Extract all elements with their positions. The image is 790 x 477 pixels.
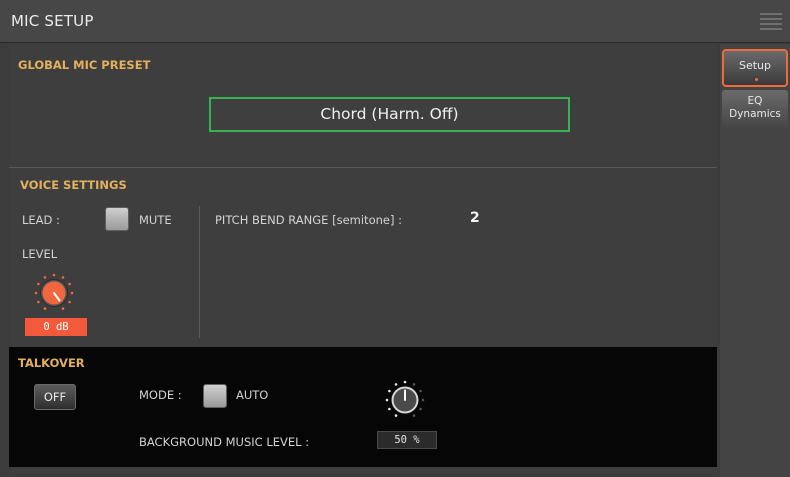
pitch-bend-range-label: PITCH BEND RANGE [semitone] :: [215, 213, 402, 227]
voice-divider: [199, 206, 200, 338]
lead-label: LEAD :: [22, 213, 60, 227]
pitch-bend-range-value[interactable]: 2: [470, 210, 480, 226]
auto-mode-checkbox[interactable]: [203, 384, 227, 408]
tab-setup-label: Setup: [738, 59, 772, 72]
auto-label: AUTO: [236, 388, 269, 402]
background-music-level-readout: 50 %: [377, 431, 437, 449]
lead-level-readout: 0 dB: [25, 318, 87, 336]
title-bar: MIC SETUP: [0, 0, 790, 43]
tab-eq-dynamics[interactable]: EQ Dynamics: [722, 90, 788, 130]
side-tab-bar: Setup EQ Dynamics: [720, 44, 790, 477]
tab-dynamics-label: Dynamics: [729, 108, 781, 120]
hamburger-menu-icon[interactable]: [760, 13, 782, 30]
voice-settings-heading: VOICE SETTINGS: [20, 178, 127, 192]
talkover-panel: [9, 347, 717, 467]
active-tab-indicator: [755, 78, 758, 81]
mic-setup-window: MIC SETUP GLOBAL MIC PRESET Chord (Harm.…: [0, 0, 790, 477]
section-divider: [9, 167, 717, 168]
global-mic-preset-selector[interactable]: Chord (Harm. Off): [209, 97, 570, 132]
level-label: LEVEL: [22, 247, 58, 261]
tab-setup[interactable]: Setup: [722, 49, 788, 87]
talkover-off-button[interactable]: OFF: [34, 384, 76, 410]
lead-mute-checkbox[interactable]: [105, 207, 129, 231]
tab-eq-label: EQ: [747, 95, 763, 107]
background-music-level-label: BACKGROUND MUSIC LEVEL :: [139, 435, 310, 449]
background-music-level-knob[interactable]: [384, 379, 426, 421]
lead-level-knob[interactable]: [33, 272, 75, 314]
talkover-heading: TALKOVER: [18, 356, 85, 370]
mode-label: MODE :: [139, 388, 182, 402]
mute-label: MUTE: [139, 213, 172, 227]
page-title: MIC SETUP: [11, 12, 94, 30]
global-mic-preset-heading: GLOBAL MIC PRESET: [18, 58, 151, 72]
